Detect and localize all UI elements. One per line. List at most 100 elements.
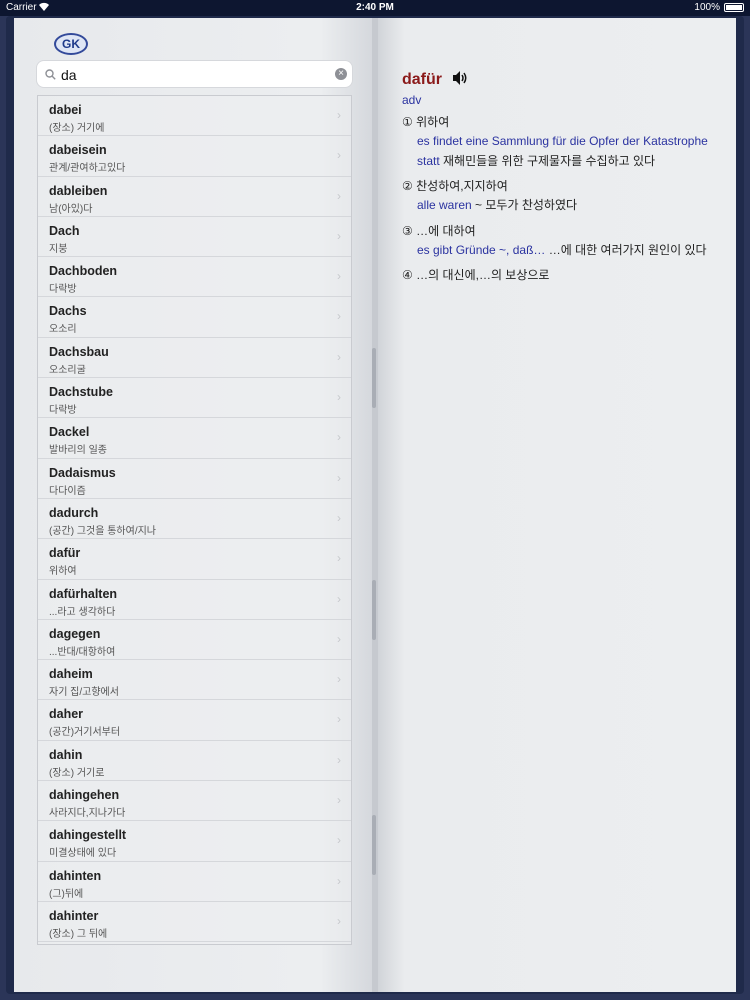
list-item-gloss: (장소) 거기에 <box>49 123 105 134</box>
chevron-right-icon: › <box>337 349 341 364</box>
chevron-right-icon: › <box>337 148 341 163</box>
chevron-right-icon: › <box>337 228 341 243</box>
list-item[interactable]: Dachs 오소리 › <box>38 297 351 338</box>
list-item[interactable]: dahin (장소) 거기로 › <box>38 741 351 782</box>
list-item[interactable]: dafür 위하여 › <box>38 539 351 580</box>
list-item-gloss: 오소리 <box>49 324 77 336</box>
list-item-word: dabeisein <box>49 143 107 158</box>
list-item-word: daheim <box>49 667 93 682</box>
chevron-right-icon: › <box>337 108 341 122</box>
chevron-right-icon: › <box>337 591 341 606</box>
example-german: alle waren <box>417 198 472 212</box>
list-item-word: Dachs <box>49 304 87 319</box>
search-bar[interactable]: × <box>37 61 352 89</box>
list-item[interactable]: dahinten (그)뒤에 › <box>38 862 351 902</box>
list-item[interactable]: dahingehen 사라지다,지나가다 › <box>38 781 351 822</box>
chevron-right-icon: › <box>337 309 341 324</box>
list-item-word: dableiben <box>49 183 108 198</box>
sense-number: ① <box>402 115 413 129</box>
chevron-right-icon: › <box>337 752 341 767</box>
clock: 2:40 PM <box>356 2 394 13</box>
list-item-word: dagegen <box>49 626 101 641</box>
sense-number: ③ <box>402 223 413 238</box>
list-item-gloss: 오소리굴 <box>49 364 86 376</box>
sense-text: …의 대신에,…의 보상으로 <box>416 268 550 282</box>
example-2: alle waren ~ 모두가 찬성하였다 <box>417 196 712 216</box>
chevron-right-icon: › <box>337 551 341 566</box>
status-bar: Carrier 2:40 PM 100% <box>0 0 750 16</box>
chevron-right-icon: › <box>337 712 341 727</box>
entry-panel: dafür adv ① 위하여 es findet eine Sammlung … <box>402 70 712 285</box>
list-item[interactable]: dafürhalten ...라고 생각하다 › <box>38 580 351 620</box>
list-item-word: dafürhalten <box>49 586 118 601</box>
list-item-word: Dach <box>49 223 80 238</box>
example-korean: 재해민들을 위한 구제물자를 수집하고 있다 <box>439 153 656 168</box>
list-item[interactable]: daheim 자기 집/고향에서 › <box>38 660 351 701</box>
clear-icon[interactable]: × <box>335 68 347 80</box>
list-item-gloss: (장소) 그 뒤에 <box>49 928 108 940</box>
chevron-right-icon: › <box>337 430 341 445</box>
chevron-right-icon: › <box>337 833 341 848</box>
list-item[interactable]: dadurch (공간) 그것을 통하여/지나 › <box>38 499 351 540</box>
list-item[interactable]: Dachsbau 오소리굴 › <box>38 338 351 379</box>
sense-text: 위하여 <box>416 115 450 129</box>
list-item[interactable]: dableiben 남(아있)다 › <box>38 177 351 217</box>
chevron-right-icon: › <box>337 793 341 808</box>
list-item-word: dahingehen <box>49 788 120 803</box>
list-item-gloss: ...반대/대항하여 <box>49 646 116 658</box>
list-item-word: Dadaismus <box>49 465 116 480</box>
speaker-icon[interactable] <box>452 70 470 86</box>
list-item-gloss: ...라고 생각하다 <box>49 606 116 618</box>
chevron-right-icon: › <box>337 913 341 928</box>
list-item-word: Dackel <box>49 425 90 440</box>
list-item[interactable]: Dadaismus 다다이즘 › <box>38 459 351 499</box>
list-item-word: dahin <box>49 747 83 762</box>
list-item-gloss: 다다이즘 <box>49 485 86 497</box>
example-german: es gibt Gründe ~, daß… <box>417 242 546 257</box>
list-item-word: dadurch <box>49 505 99 520</box>
list-item-word: dabei <box>49 103 82 117</box>
spine-handle <box>372 815 376 875</box>
entry-headword: dafür <box>402 71 442 88</box>
list-item-gloss: 지붕 <box>49 243 68 255</box>
list-item[interactable]: dahinter (장소) 그 뒤에 › <box>38 902 351 943</box>
chevron-right-icon: › <box>337 510 341 525</box>
list-item-word: Dachsbau <box>49 344 109 359</box>
word-list[interactable]: dabei (장소) 거기에 › dabeisein 관계/관여하고있다 › dableib… <box>37 95 352 945</box>
list-item[interactable]: daher (공간)거기서부터 › <box>38 700 351 741</box>
list-item-gloss: 관계/관여하고있다 <box>49 163 126 175</box>
list-item[interactable]: dagegen ...반대/대항하여 › <box>38 620 351 661</box>
list-item-gloss: 사라지다,지나가다 <box>49 808 126 820</box>
list-item[interactable]: Dach 지붕 › <box>38 217 351 258</box>
list-item-word: dahinter <box>49 908 99 923</box>
list-item[interactable]: dabeisein 관계/관여하고있다 › <box>38 136 351 177</box>
list-item-gloss: (장소) 거기로 <box>49 767 105 779</box>
list-item-gloss: (공간) 그것을 통하여/지나 <box>49 525 156 537</box>
example-korean: …에 대한 여러가지 원인이 있다 <box>545 242 707 257</box>
list-item[interactable]: Dachboden 다락방 › <box>38 257 351 298</box>
logo-text: GK <box>62 37 80 51</box>
search-icon <box>45 67 56 80</box>
search-input[interactable] <box>59 61 333 89</box>
list-item-gloss: 발바리의 일종 <box>49 445 107 457</box>
sense-2: ② 찬성하여,지지하여 <box>402 177 712 196</box>
chevron-right-icon: › <box>337 672 341 687</box>
sense-1: ① 위하여 <box>402 113 712 132</box>
app-logo[interactable]: GK <box>54 33 88 55</box>
list-item[interactable]: Dackel 발바리의 일종 › <box>38 418 351 459</box>
spine-handle <box>372 580 376 640</box>
list-item-gloss: 위하여 <box>49 566 77 578</box>
sense-number: ② <box>402 179 413 193</box>
list-item-gloss: 자기 집/고향에서 <box>49 687 119 699</box>
example-korean: ~ 모두가 찬성하였다 <box>471 198 578 212</box>
battery-percent: 100% <box>694 2 720 13</box>
list-item[interactable]: dahingestellt 미결상태에 있다 › <box>38 821 351 862</box>
chevron-right-icon: › <box>337 269 341 284</box>
list-item-word: Dachstube <box>49 385 113 400</box>
list-item[interactable]: dabei (장소) 거기에 › <box>38 96 351 137</box>
list-item-word: Dachboden <box>49 264 118 279</box>
list-item[interactable]: Dachstube 다락방 › <box>38 378 351 419</box>
list-item-gloss: (공간)거기서부터 <box>49 727 121 739</box>
chevron-right-icon: › <box>337 631 341 646</box>
sense-3: ③ …에 대하여 <box>402 222 712 241</box>
